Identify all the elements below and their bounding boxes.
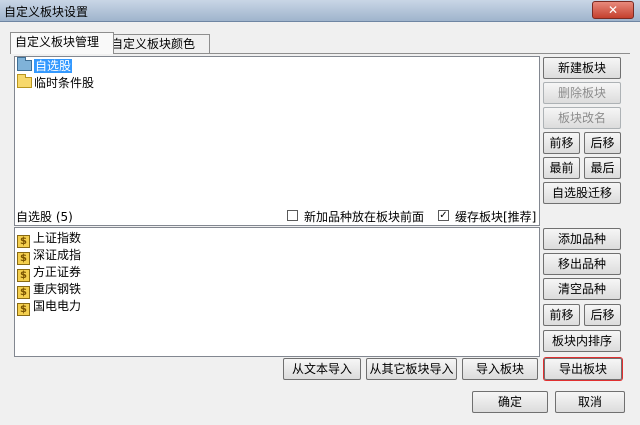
add-stock-button[interactable]: 添加品种 — [543, 228, 621, 250]
new-block-button[interactable]: 新建板块 — [543, 57, 621, 79]
cache-block-label: 缓存板块[推荐] — [455, 210, 537, 224]
remove-stock-button[interactable]: 移出品种 — [543, 253, 621, 275]
stock-label: 上证指数 — [33, 231, 82, 245]
import-block-button[interactable]: 导入板块 — [462, 358, 538, 380]
block-list[interactable]: 自选股 临时条件股 — [14, 56, 540, 226]
sort-in-block-button[interactable]: 板块内排序 — [543, 330, 621, 352]
tab-block-color[interactable]: 自定义板块颜色 — [106, 34, 210, 54]
block-move-down-button[interactable]: 后移 — [584, 132, 621, 154]
stock-move-up-button[interactable]: 前移 — [543, 304, 580, 326]
stock-list-header: 自选股 (5) — [16, 210, 73, 224]
delete-block-button[interactable]: 删除板块 — [543, 82, 621, 104]
stock-label: 方正证券 — [33, 265, 82, 279]
import-from-text-button[interactable]: 从文本导入 — [283, 358, 361, 380]
stock-move-down-button[interactable]: 后移 — [584, 304, 621, 326]
block-first-button[interactable]: 最前 — [543, 157, 580, 179]
ok-button[interactable]: 确定 — [472, 391, 548, 413]
cancel-button[interactable]: 取消 — [555, 391, 625, 413]
stock-label: 重庆钢铁 — [33, 282, 82, 296]
export-block-button[interactable]: 导出板块 — [544, 358, 622, 380]
clear-stocks-button[interactable]: 清空品种 — [543, 278, 621, 300]
import-from-other-button[interactable]: 从其它板块导入 — [366, 358, 457, 380]
list-item-stock[interactable]: $ 重庆钢铁 — [17, 281, 82, 299]
list-item-block[interactable]: 临时条件股 — [17, 74, 95, 91]
folder-icon — [17, 57, 32, 71]
block-move-up-button[interactable]: 前移 — [543, 132, 580, 154]
list-item-block[interactable]: 自选股 — [17, 57, 73, 74]
title-bar: 自定义板块设置 ✕ — [0, 0, 640, 22]
cache-block-checkbox[interactable]: ✓ — [438, 210, 449, 221]
tab-block-manage[interactable]: 自定义板块管理 — [10, 32, 114, 54]
list-item-stock[interactable]: $ 深证成指 — [17, 247, 82, 265]
block-label: 自选股 — [34, 59, 73, 73]
dialog-body: 自定义板块管理 自定义板块颜色 自选股 临时条件股 新建板块 删除板块 板块改名… — [0, 22, 640, 425]
list-item-stock[interactable]: $ 上证指数 — [17, 230, 82, 248]
stock-label: 深证成指 — [33, 248, 82, 262]
close-button[interactable]: ✕ — [592, 1, 634, 19]
list-item-stock[interactable]: $ 国电电力 — [17, 298, 82, 316]
stock-label: 国电电力 — [33, 299, 82, 313]
block-label: 临时条件股 — [34, 76, 95, 90]
stock-icon: $ — [17, 303, 30, 316]
block-last-button[interactable]: 最后 — [584, 157, 621, 179]
close-icon: ✕ — [607, 3, 619, 17]
check-icon: ✓ — [439, 210, 448, 221]
migrate-watchlist-button[interactable]: 自选股迁移 — [543, 182, 621, 204]
stock-list[interactable]: $ 上证指数 $ 深证成指 $ 方正证券 $ 重庆钢铁 $ 国电电力 — [14, 227, 540, 357]
window-title: 自定义板块设置 — [4, 5, 89, 19]
rename-block-button[interactable]: 板块改名 — [543, 107, 621, 129]
add-front-checkbox[interactable] — [287, 210, 298, 221]
folder-icon — [17, 74, 32, 88]
list-item-stock[interactable]: $ 方正证券 — [17, 264, 82, 282]
add-front-label: 新加品种放在板块前面 — [304, 210, 425, 224]
